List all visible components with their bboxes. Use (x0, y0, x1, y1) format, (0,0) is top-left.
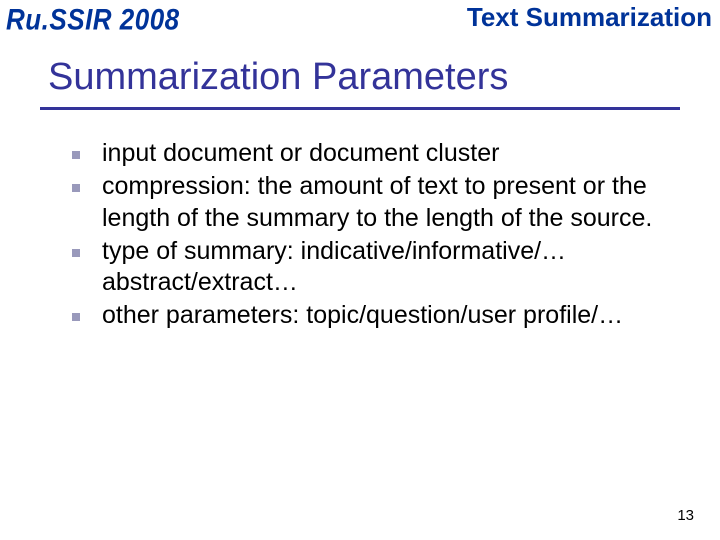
slide-body: input document or document cluster compr… (72, 138, 660, 332)
header-left-text: Ru.SSIR 2008 (6, 2, 180, 38)
square-bullet-icon (72, 184, 80, 192)
square-bullet-icon (72, 249, 80, 257)
list-item: input document or document cluster (72, 138, 660, 169)
bullet-text: compression: the amount of text to prese… (102, 171, 660, 234)
list-item: type of summary: indicative/informative/… (72, 236, 660, 299)
slide-header: Ru.SSIR 2008 Text Summarization (0, 0, 720, 42)
slide-title: Summarization Parameters (48, 56, 720, 99)
bullet-text: input document or document cluster (102, 138, 499, 169)
square-bullet-icon (72, 151, 80, 159)
bullet-text: type of summary: indicative/informative/… (102, 236, 660, 299)
list-item: compression: the amount of text to prese… (72, 171, 660, 234)
bullet-text: other parameters: topic/question/user pr… (102, 300, 623, 331)
header-right-text: Text Summarization (467, 2, 712, 33)
page-number: 13 (677, 507, 694, 524)
square-bullet-icon (72, 313, 80, 321)
title-underline (40, 107, 680, 110)
list-item: other parameters: topic/question/user pr… (72, 300, 660, 331)
